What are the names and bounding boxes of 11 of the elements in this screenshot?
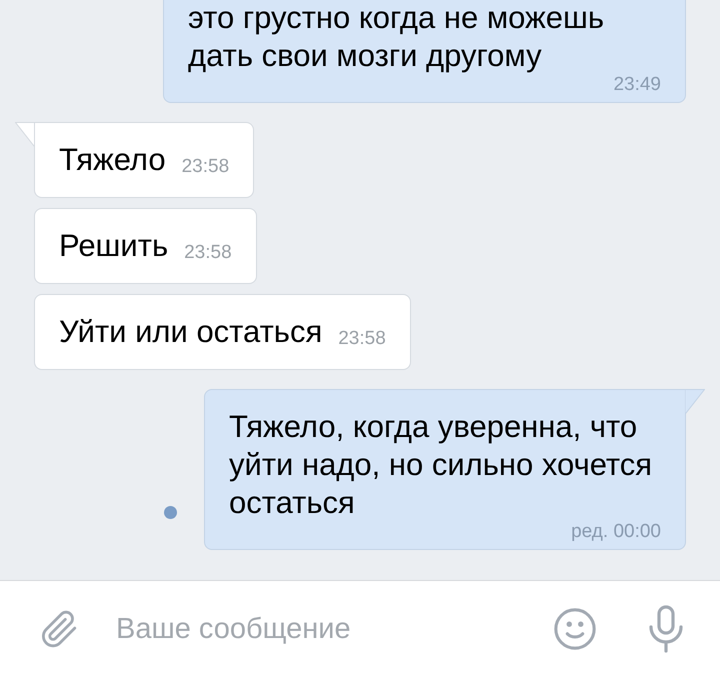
message-time: 23:58 (182, 157, 230, 176)
smile-icon[interactable] (552, 606, 598, 652)
message-time: 23:49 (613, 75, 661, 94)
message-time: ред. 00:00 (571, 522, 661, 541)
message-time: 23:58 (338, 329, 386, 348)
message-text: Решить (59, 227, 168, 265)
message-text: Уйти или остаться (59, 313, 322, 351)
message-time: 23:58 (184, 243, 232, 262)
message-text: Тяжело (59, 141, 166, 179)
message-text: Тяжело, когда уверенна, что уйти надо, но сильно хочется остаться (229, 408, 654, 522)
message-text: это грустно когда не можешь дать свои мозги другому (188, 0, 606, 75)
